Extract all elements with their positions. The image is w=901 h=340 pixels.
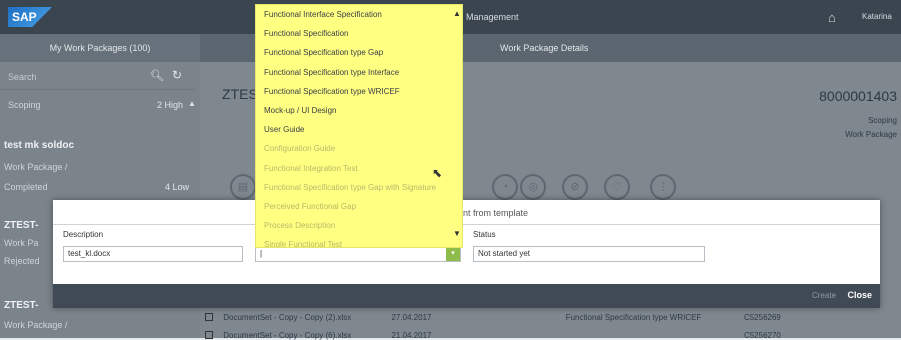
- dropdown-option[interactable]: Perceived Functional Gap: [256, 197, 462, 216]
- dialog-title: nt from template: [463, 208, 529, 218]
- template-dropdown-list[interactable]: Functional Interface Specification Funct…: [255, 4, 463, 248]
- row-type: Functional Specification type WRICEF: [565, 313, 702, 322]
- tab-icon[interactable]: ⋮: [650, 174, 676, 200]
- list-item-title: test mk soldoc: [4, 140, 75, 151]
- description-label: Description: [63, 230, 104, 239]
- dropdown-option[interactable]: Single Functional Test: [256, 235, 462, 247]
- row-id: C5256270: [743, 331, 781, 340]
- list-group-priority: 2 High: [156, 100, 183, 110]
- detail-header-title: Work Package Details: [500, 43, 589, 53]
- list-item-subtitle: Work Package /: [4, 162, 68, 172]
- status-field[interactable]: Not started yet: [473, 246, 705, 262]
- create-document-dialog: nt from template Description test_kl.doc…: [53, 200, 880, 308]
- status-label: Status: [473, 230, 496, 239]
- row-date: 21.04.2017: [391, 331, 432, 340]
- mouse-cursor-icon: ⬉: [432, 166, 443, 180]
- tab-icon[interactable]: ◔: [492, 174, 518, 200]
- tab-icon[interactable]: ⊘: [562, 174, 588, 200]
- dropdown-option[interactable]: Functional Specification: [256, 24, 462, 43]
- list-item-title: ZTEST-: [4, 300, 39, 311]
- table-row[interactable]: DocumentSet - Copy - Copy (6).xlsx 21.04…: [205, 331, 781, 340]
- list-item-status: Rejected: [4, 256, 40, 266]
- dropdown-option[interactable]: Process Description: [256, 216, 462, 235]
- dropdown-option[interactable]: Configuration Guide: [256, 139, 462, 158]
- dropdown-scrollbar[interactable]: ▲ ▼: [453, 7, 461, 247]
- row-name[interactable]: DocumentSet - Copy - Copy (2).xlsx: [223, 313, 389, 322]
- detail-title: ZTES: [222, 86, 258, 102]
- list-item-subtitle: Work Package /: [4, 320, 68, 330]
- table-row[interactable]: DocumentSet - Copy - Copy (2).xlsx 27.04…: [205, 313, 781, 322]
- chevron-down-icon[interactable]: ▼: [453, 229, 461, 238]
- collapse-icon[interactable]: ▲: [188, 99, 196, 108]
- template-select[interactable]: | ▾: [255, 246, 461, 262]
- dropdown-option[interactable]: Functional Specification type WRICEF: [256, 82, 462, 101]
- close-button[interactable]: Close: [847, 290, 872, 300]
- row-date: 27.04.2017: [391, 313, 432, 322]
- create-button[interactable]: Create: [812, 291, 836, 300]
- search-bar[interactable]: Search 🔍︎ ↻: [0, 62, 195, 90]
- search-input[interactable]: Search: [8, 72, 37, 82]
- detail-type: Work Package: [845, 130, 897, 139]
- home-icon[interactable]: ⌂: [828, 10, 836, 25]
- dropdown-option[interactable]: Functional Specification type Interface: [256, 63, 462, 82]
- list-item-priority: 4 Low: [164, 182, 189, 192]
- row-name[interactable]: DocumentSet - Copy - Copy (6).xlsx: [223, 331, 389, 340]
- row-checkbox[interactable]: [205, 313, 213, 321]
- row-id: C5256269: [743, 313, 781, 322]
- search-icon[interactable]: 🔍︎: [150, 69, 164, 82]
- tab-icon[interactable]: ◎: [520, 174, 546, 200]
- work-package-number: 8000001403: [819, 88, 897, 104]
- chevron-up-icon[interactable]: ▲: [453, 9, 461, 18]
- description-field[interactable]: test_kl.docx: [63, 246, 243, 262]
- info-tab-icon[interactable]: ▤: [230, 174, 256, 200]
- list-item-title: ZTEST-: [4, 220, 39, 231]
- master-header-title: My Work Packages (100): [0, 34, 200, 62]
- list-item[interactable]: test mk soldoc Work Package / Completed …: [0, 136, 195, 196]
- divider: [53, 224, 880, 225]
- tab-icon[interactable]: ♡: [604, 174, 630, 200]
- dropdown-option[interactable]: User Guide: [256, 120, 462, 139]
- template-select-value: |: [260, 249, 263, 258]
- refresh-icon[interactable]: ↻: [172, 68, 182, 82]
- list-group-label: Scoping: [8, 100, 41, 110]
- chevron-down-icon[interactable]: ▾: [446, 247, 460, 261]
- dropdown-option[interactable]: Functional Specification type Gap with S…: [256, 178, 462, 197]
- list-item-status: Completed: [4, 182, 48, 192]
- user-name[interactable]: Katarina: [862, 12, 892, 21]
- list-item-subtitle: Work Pa: [4, 238, 39, 248]
- dropdown-option[interactable]: Functional Specification type Gap: [256, 43, 462, 62]
- dialog-footer: Create Close: [53, 284, 880, 308]
- detail-phase: Scoping: [868, 116, 897, 125]
- shell-title: Management: [466, 12, 519, 22]
- sap-logo[interactable]: SAP: [8, 7, 52, 27]
- dropdown-option[interactable]: Functional Interface Specification: [256, 5, 462, 24]
- dropdown-option[interactable]: Mock-up / UI Design: [256, 101, 462, 120]
